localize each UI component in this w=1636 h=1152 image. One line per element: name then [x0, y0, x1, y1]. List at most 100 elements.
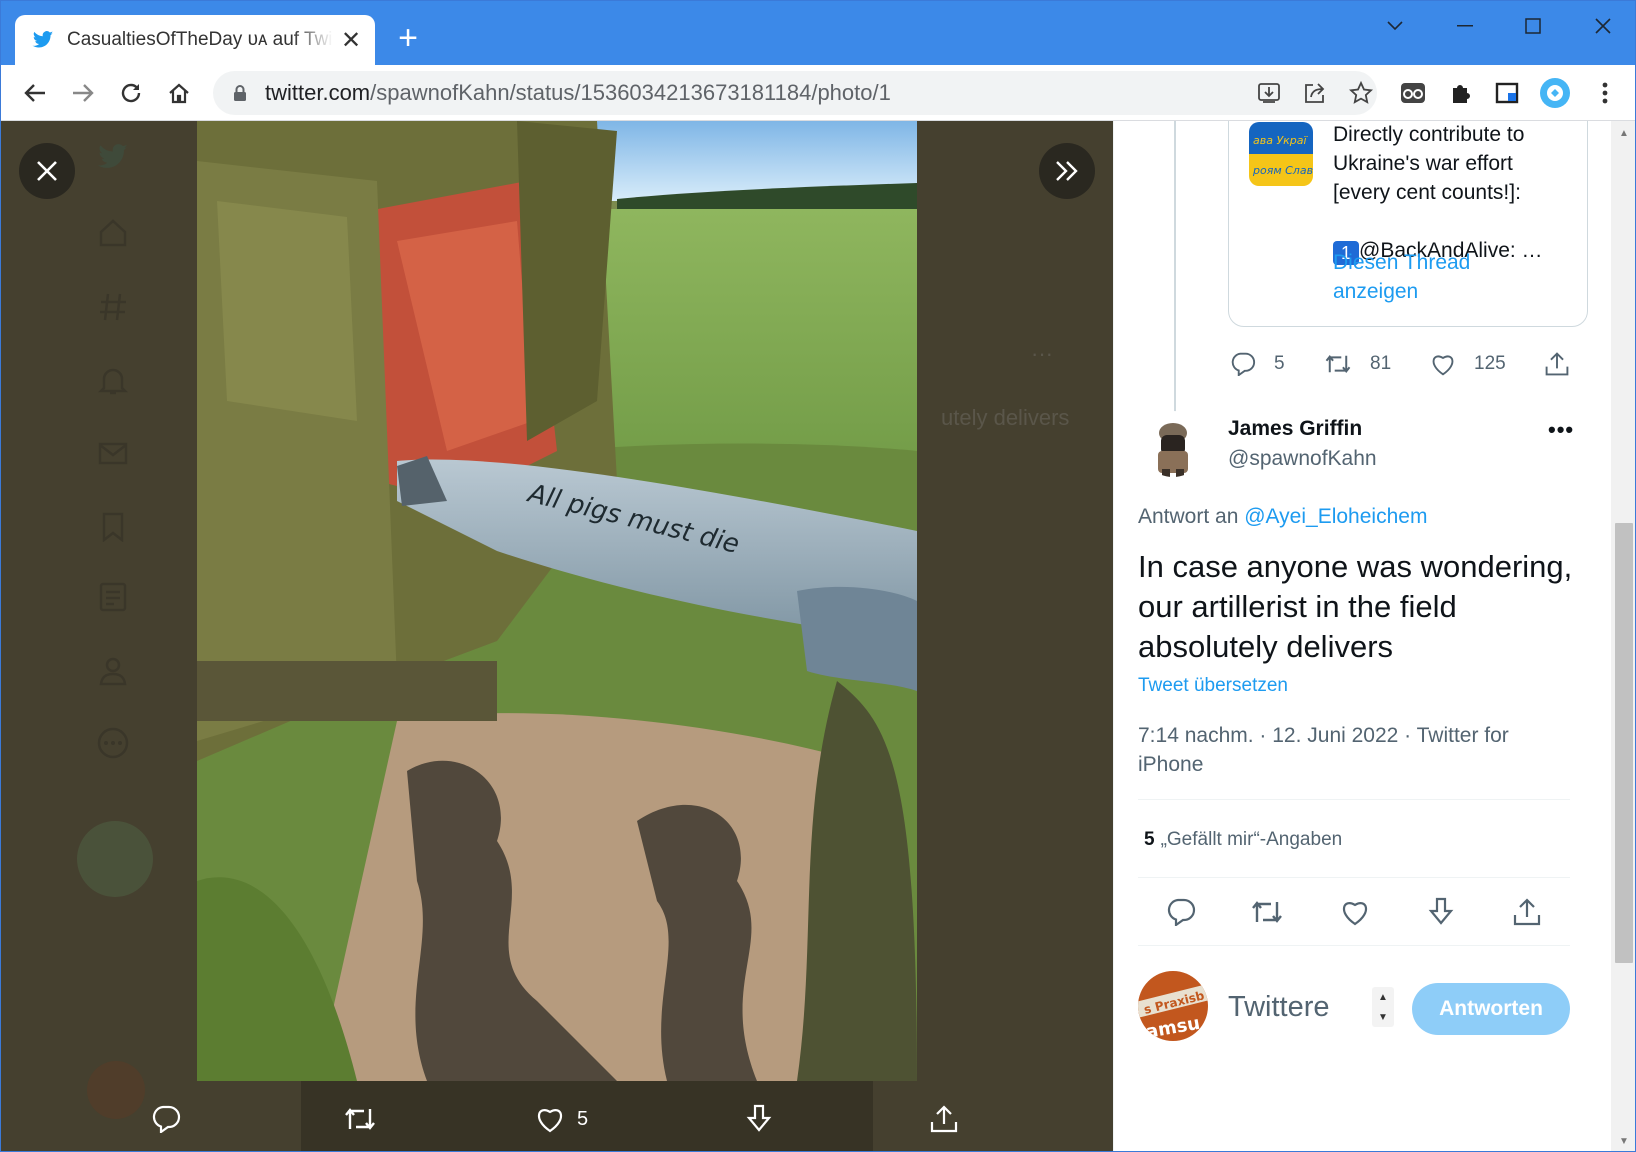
double-chevron-right-icon	[1056, 161, 1078, 181]
quote-share-stat[interactable]	[1544, 349, 1570, 379]
browser-tab[interactable]: CasualtiesOfTheDay ᴜᴀ auf Twitter ✕	[15, 15, 375, 65]
background-tweet-text: utely delivers	[941, 405, 1070, 430]
share-icon	[1545, 352, 1569, 376]
retweet-button[interactable]	[1250, 895, 1284, 929]
url-text: twitter.com/spawnofKahn/status/153603421…	[265, 80, 891, 105]
share-icon	[1513, 898, 1541, 926]
page-scrollbar[interactable]: ▲ ▼	[1611, 121, 1635, 1151]
install-icon[interactable]	[1255, 79, 1283, 107]
close-icon	[37, 161, 57, 181]
share-icon[interactable]	[1301, 79, 1329, 107]
reply-submit-button[interactable]: Antworten	[1412, 983, 1570, 1035]
reading-mode-icon[interactable]	[1491, 77, 1523, 109]
reply-icon	[152, 1105, 181, 1133]
retweet-icon	[1325, 355, 1351, 373]
conversation-pane: ава Украї роям Слав Directly contribute …	[1113, 121, 1611, 1151]
download-arrow-icon	[746, 1104, 772, 1132]
minimize-icon[interactable]	[1445, 11, 1485, 41]
expand-panel-button[interactable]	[1039, 143, 1095, 199]
extension-glasses-icon[interactable]	[1397, 77, 1429, 109]
tweet-text: In case anyone was wondering, our artill…	[1138, 549, 1573, 664]
account-avatar	[87, 1061, 145, 1119]
close-lightbox-button[interactable]	[19, 143, 75, 199]
bookmark-star-icon[interactable]	[1347, 79, 1375, 107]
tweet-photo[interactable]: All pigs must die	[197, 121, 917, 1081]
lock-icon[interactable]	[231, 82, 249, 104]
lightbox-retweet-button[interactable]	[343, 1101, 377, 1137]
reload-icon[interactable]	[115, 77, 147, 109]
compose-tweet-button	[77, 821, 153, 897]
svg-text:роям Слав: роям Слав	[1252, 164, 1313, 177]
lightbox-share-button[interactable]	[929, 1101, 959, 1137]
heart-icon	[538, 1109, 562, 1133]
quoted-tweet-text: Directly contribute to Ukraine's war eff…	[1333, 123, 1543, 265]
quote-reply-stat[interactable]: 5	[1230, 349, 1285, 379]
bookmark-button[interactable]	[1424, 895, 1458, 929]
quote-retweet-stat[interactable]: 81	[1324, 349, 1391, 379]
composer-scroll-stepper[interactable]: ▲ ▼	[1372, 987, 1394, 1027]
translate-tweet-link[interactable]: Tweet übersetzen	[1138, 675, 1288, 697]
scroll-up-arrow[interactable]: ▲	[1611, 121, 1635, 145]
lightbox-like-button[interactable]: 5	[535, 1101, 588, 1137]
bookmarks-icon	[97, 511, 129, 543]
maximize-icon[interactable]	[1513, 11, 1553, 41]
more-circle-icon	[97, 727, 129, 759]
divider	[1138, 945, 1570, 946]
scroll-down-arrow[interactable]: ▼	[1611, 1129, 1635, 1151]
tab-search-icon[interactable]	[1375, 11, 1415, 41]
lists-icon	[97, 581, 129, 613]
composer-avatar: s Praxisb amsu	[1138, 971, 1208, 1041]
heart-icon	[1432, 355, 1454, 376]
divider	[1138, 877, 1570, 878]
notifications-bell-icon	[97, 365, 129, 397]
chrome-menu-icon[interactable]	[1589, 77, 1621, 109]
browser-toolbar: twitter.com/spawnofKahn/status/153603421…	[1, 65, 1635, 121]
tab-title: CasualtiesOfTheDay ᴜᴀ auf Twitter	[67, 29, 333, 50]
address-bar[interactable]: twitter.com/spawnofKahn/status/153603421…	[213, 71, 1377, 115]
tweet-timestamp[interactable]: 7:14 nachm. · 12. Juni 2022 · Twitter fo…	[1138, 721, 1578, 779]
photo-lightbox: utely delivers ··· All pigs must die 5	[1, 121, 1113, 1151]
reply-icon	[1231, 352, 1256, 376]
extensions-puzzle-icon[interactable]	[1445, 77, 1477, 109]
lightbox-bookmark-button[interactable]	[745, 1101, 773, 1137]
tab-strip: CasualtiesOfTheDay ᴜᴀ auf Twitter ✕ +	[1, 1, 1635, 65]
author-handle[interactable]: @spawnofKahn	[1228, 447, 1377, 471]
quote-like-stat[interactable]: 125	[1430, 349, 1506, 379]
share-button[interactable]	[1510, 895, 1544, 929]
reply-icon	[1167, 898, 1196, 926]
twitter-logo-icon	[97, 141, 129, 173]
page-viewport: utely delivers ··· All pigs must die 5 а…	[1, 121, 1635, 1151]
scrollbar-thumb[interactable]	[1615, 523, 1633, 963]
background-sidebar	[77, 121, 191, 1151]
show-thread-link[interactable]: Diesen Thread anzeigen	[1333, 248, 1533, 306]
reply-to-handle-link[interactable]: @Ayei_Eloheichem	[1244, 505, 1427, 528]
explore-hashtag-icon	[97, 291, 129, 323]
share-icon	[930, 1105, 958, 1133]
home-icon[interactable]	[163, 77, 195, 109]
twitter-bird-icon	[31, 28, 55, 52]
svg-text:ава Украї: ава Украї	[1253, 134, 1309, 147]
lightbox-like-count: 5	[577, 1107, 589, 1130]
home-nav-icon	[97, 217, 129, 249]
close-window-icon[interactable]	[1583, 11, 1623, 41]
download-arrow-icon	[1428, 897, 1454, 925]
like-button[interactable]	[1338, 895, 1372, 929]
divider	[1138, 799, 1570, 800]
more-options-icon[interactable]: •••	[1548, 417, 1574, 443]
retweet-icon	[1252, 901, 1282, 923]
reply-button[interactable]	[1164, 895, 1198, 929]
reply-context: Antwort an @Ayei_Eloheichem	[1138, 505, 1428, 528]
quoted-tweet-image: ава Украї роям Слав	[1249, 122, 1313, 186]
profile-avatar-icon[interactable]	[1539, 77, 1571, 109]
author-avatar[interactable]	[1140, 411, 1206, 477]
lightbox-reply-button[interactable]	[151, 1101, 181, 1137]
quoted-tweet-card[interactable]: ава Украї роям Слав Directly contribute …	[1228, 121, 1588, 327]
new-tab-button[interactable]: +	[393, 21, 423, 57]
likes-summary[interactable]: 5 „Gefällt mir“-Angaben	[1144, 829, 1342, 851]
back-icon[interactable]	[19, 77, 51, 109]
forward-icon[interactable]	[67, 77, 99, 109]
author-name[interactable]: James Griffin	[1228, 417, 1362, 441]
reply-input[interactable]: Twittere	[1228, 991, 1330, 1024]
tab-close-icon[interactable]: ✕	[339, 27, 363, 54]
tweet-action-bar	[1138, 889, 1570, 933]
